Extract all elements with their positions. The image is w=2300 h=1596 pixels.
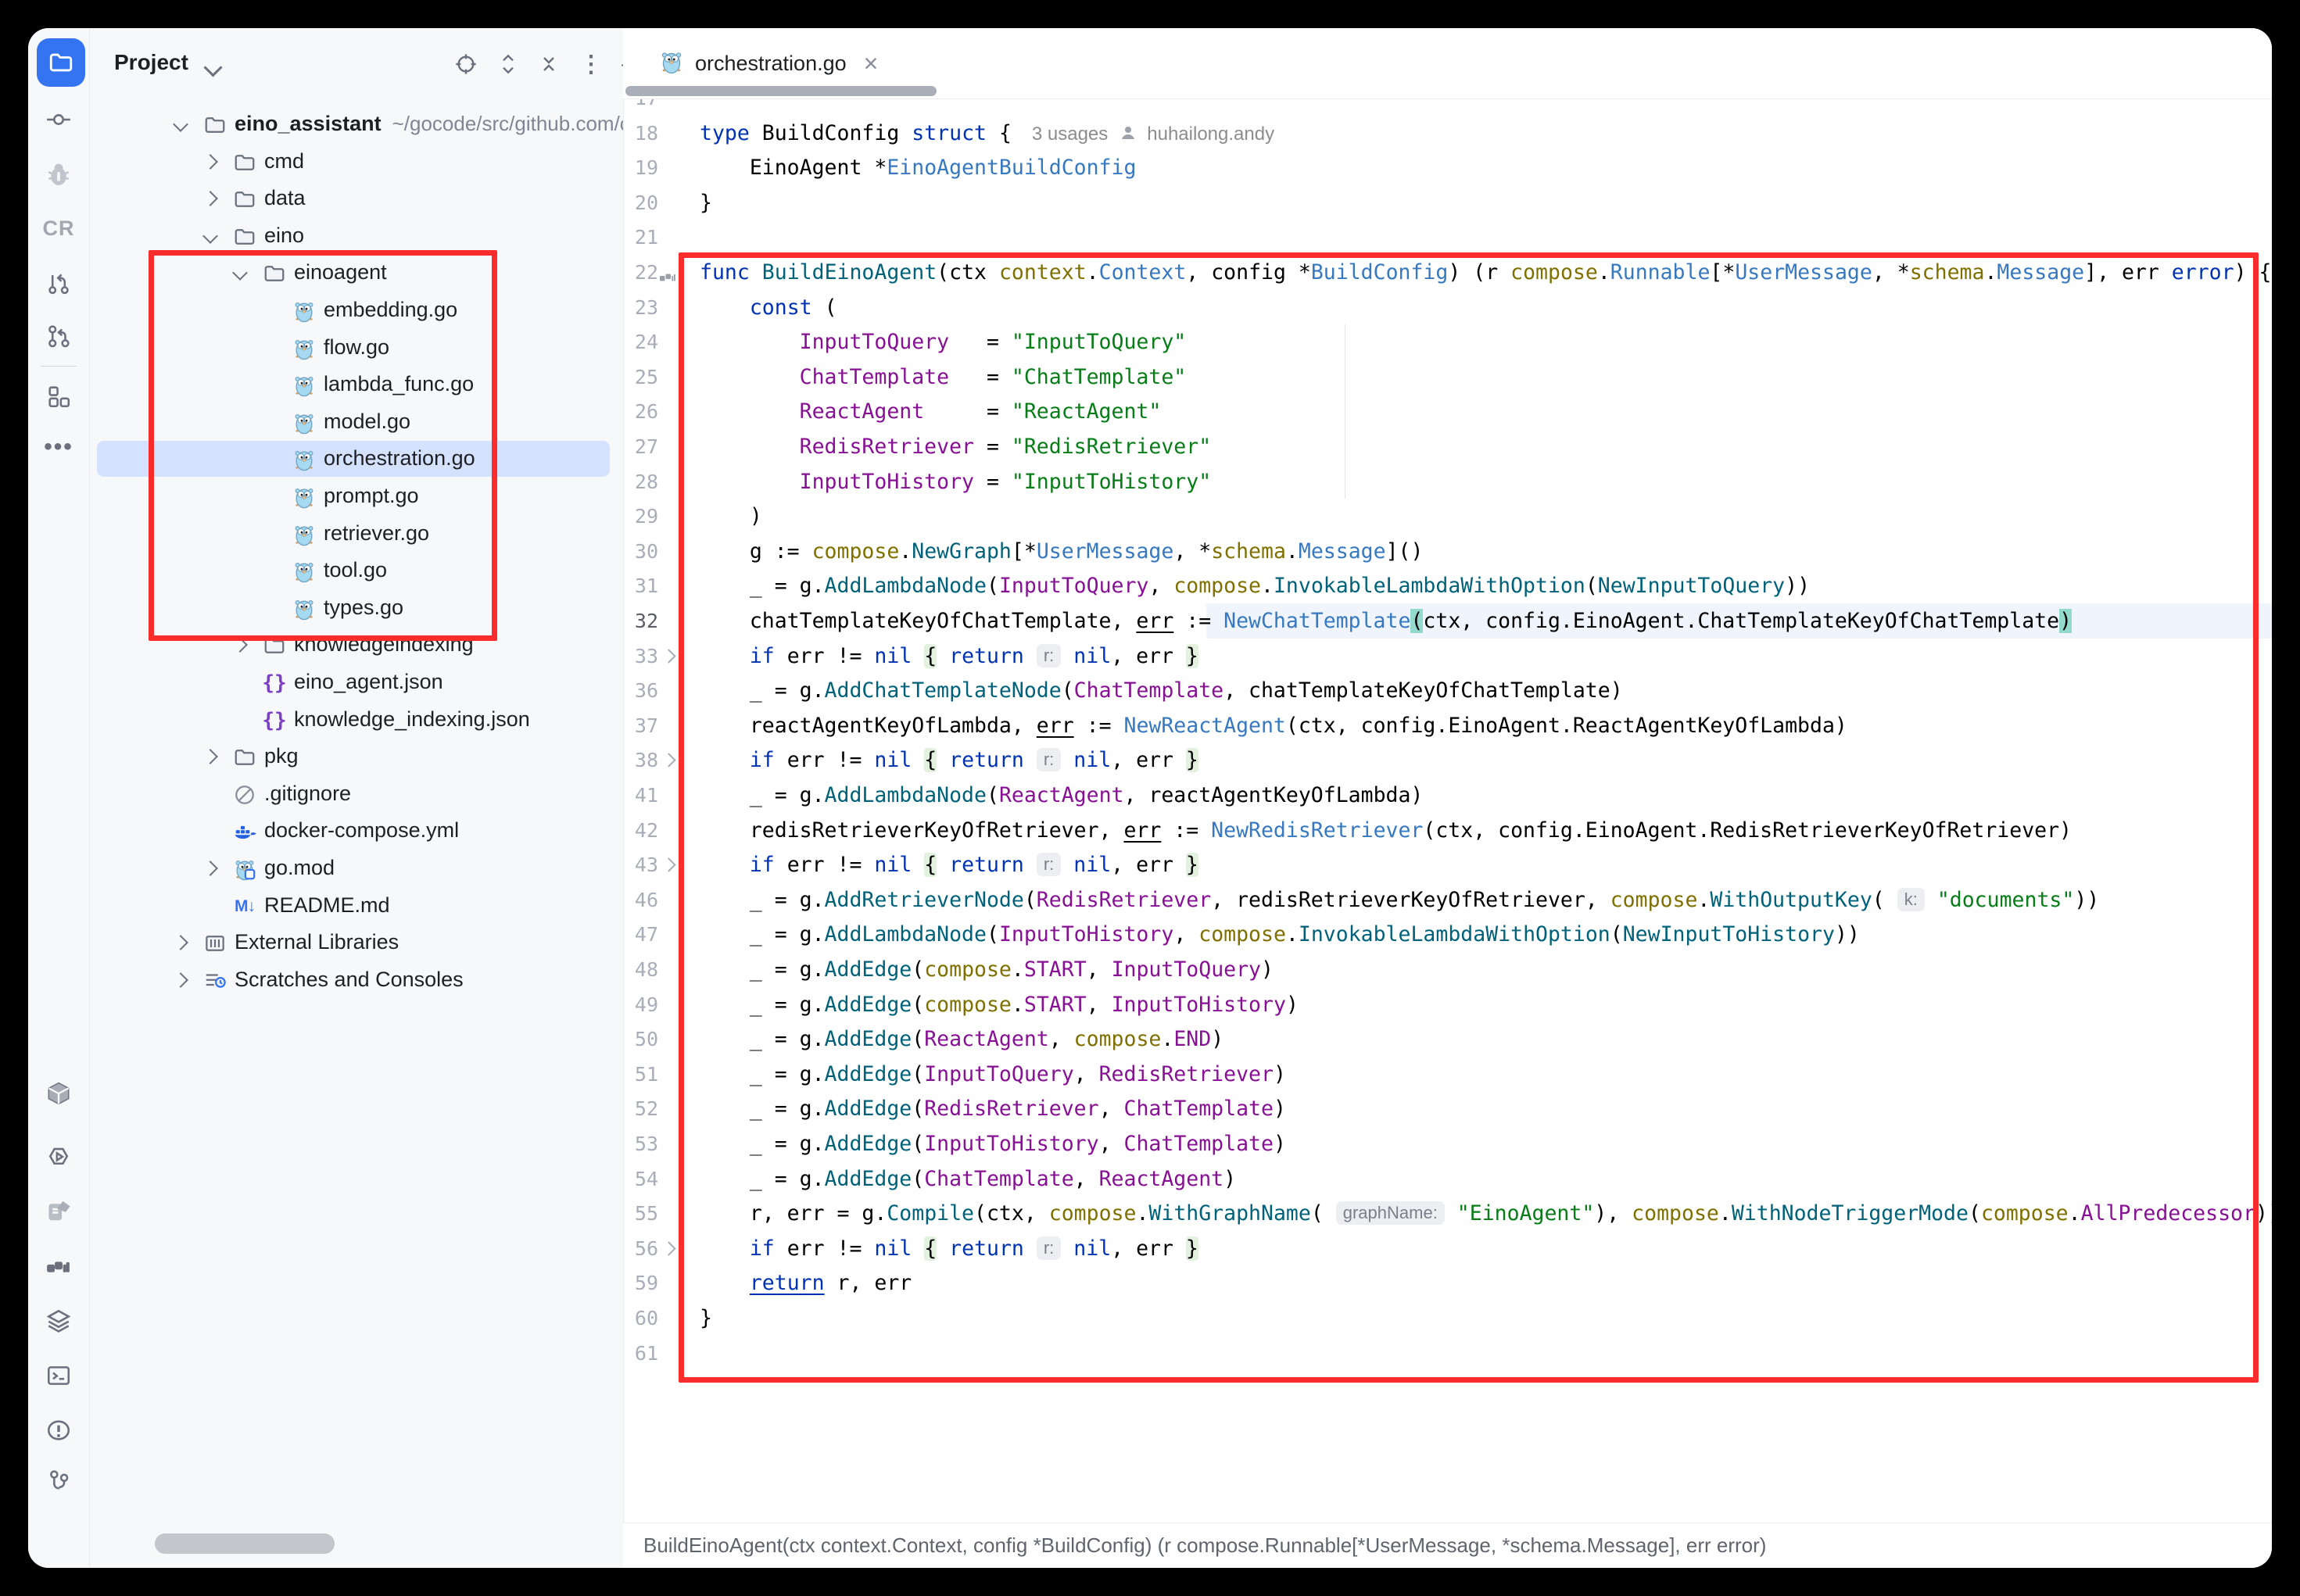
fold-collapsed-icon[interactable] xyxy=(661,753,675,768)
pull-request-icon[interactable] xyxy=(28,261,89,305)
tree-item-external-libraries[interactable]: External Libraries xyxy=(89,924,623,961)
code-text: type BuildConfig struct { 3 usageshuhail… xyxy=(700,116,1274,153)
code-review-icon[interactable]: CR xyxy=(28,206,89,250)
chevron-collapsed-icon[interactable] xyxy=(202,861,218,876)
folder-file-icon xyxy=(231,744,258,771)
docker-file-icon xyxy=(231,818,258,845)
gomod-file-icon xyxy=(231,856,258,882)
terminal-icon[interactable] xyxy=(28,1354,89,1397)
tree-item-label: eino xyxy=(264,224,304,248)
folder-file-icon xyxy=(202,112,228,138)
go-gopher-icon xyxy=(659,49,684,78)
more-icon[interactable]: ••• xyxy=(28,425,89,469)
version-control-icon[interactable] xyxy=(28,1459,89,1503)
close-icon[interactable]: × xyxy=(864,49,879,78)
services-icon[interactable] xyxy=(28,1299,89,1343)
folder-file-icon xyxy=(231,186,258,213)
chevron-collapsed-icon[interactable] xyxy=(202,154,218,170)
activity-bar: CR ••• xyxy=(28,28,90,1568)
problems-icon[interactable] xyxy=(28,1408,89,1452)
breadcrumb[interactable]: BuildEinoAgent(ctx context.Context, conf… xyxy=(643,1533,1766,1558)
horizontal-scrollbar[interactable] xyxy=(155,1533,335,1554)
code-line-18[interactable]: 18type BuildConfig struct { 3 usageshuha… xyxy=(623,116,2272,151)
breadcrumb-bar: BuildEinoAgent(ctx context.Context, conf… xyxy=(623,1523,2272,1568)
tree-item-label: eino_agent.json xyxy=(294,670,443,694)
tree-item-label: Scratches and Consoles xyxy=(235,968,464,992)
locate-file-icon[interactable] xyxy=(449,48,483,80)
tree-item--gitignore[interactable]: .gitignore xyxy=(89,775,623,813)
chevron-expanded-icon[interactable] xyxy=(202,228,218,244)
chevron-expanded-icon[interactable] xyxy=(173,116,188,132)
code-line-20[interactable]: 20} xyxy=(623,185,2272,220)
json-file-icon: {} xyxy=(261,670,288,696)
author-avatar-icon xyxy=(1119,123,1137,142)
profiler-icon[interactable] xyxy=(28,1244,89,1288)
bookmarks-icon[interactable] xyxy=(28,1190,89,1233)
scratch-file-icon xyxy=(202,968,228,994)
code-line-19[interactable]: 19 EinoAgent *EinoAgentBuildConfig xyxy=(623,150,2272,185)
run-icon[interactable] xyxy=(28,1135,89,1179)
chevron-collapsed-icon[interactable] xyxy=(173,972,188,988)
tree-item-label: go.mod xyxy=(264,856,335,880)
tree-item-pkg[interactable]: pkg xyxy=(89,738,623,775)
tree-item-data[interactable]: data xyxy=(89,180,623,217)
fold-collapsed-icon[interactable] xyxy=(661,1241,675,1255)
tree-item-label: .gitignore xyxy=(264,782,351,806)
tree-item-go-mod[interactable]: go.mod xyxy=(89,850,623,887)
annotation-box-einoagent xyxy=(149,250,497,641)
code-text: } xyxy=(700,185,712,220)
ide-window: CR ••• Project ⋮— eino_assistant~/gocode/… xyxy=(28,28,2272,1568)
tree-item-label: cmd xyxy=(264,149,304,174)
tree-item-label: knowledge_indexing.json xyxy=(294,707,530,732)
tree-item-knowledge-indexing-json[interactable]: {}knowledge_indexing.json xyxy=(89,701,623,739)
tab-label: orchestration.go xyxy=(695,52,847,76)
chevron-collapsed-icon[interactable] xyxy=(202,191,218,206)
folder-file-icon xyxy=(231,149,258,176)
lib-file-icon xyxy=(202,930,228,957)
project-panel-header: Project ⋮— xyxy=(89,28,623,100)
md-file-icon: M↓ xyxy=(231,893,258,920)
commit-icon[interactable] xyxy=(28,98,89,141)
fold-collapsed-icon[interactable] xyxy=(661,857,675,871)
tree-item-label: data xyxy=(264,186,306,210)
code-text: EinoAgent *EinoAgentBuildConfig xyxy=(700,150,1136,185)
collapse-all-icon[interactable] xyxy=(532,48,566,80)
project-path: ~/gocode/src/github.com/cl xyxy=(382,112,624,135)
tree-item-label: eino_assistant~/gocode/src/github.com/cl xyxy=(235,112,624,136)
tab-strip-scrollbar[interactable] xyxy=(625,86,937,96)
tree-item-label: pkg xyxy=(264,744,299,768)
ignore-file-icon xyxy=(231,782,258,808)
chevron-collapsed-icon[interactable] xyxy=(173,935,188,950)
code-line-21[interactable]: 21 xyxy=(623,220,2272,255)
tree-item-eino-agent-json[interactable]: {}eino_agent.json xyxy=(89,664,623,701)
tree-item-label: README.md xyxy=(264,893,390,918)
fold-collapsed-icon[interactable] xyxy=(661,649,675,663)
annotation-box-code xyxy=(679,252,2259,1383)
json-file-icon: {} xyxy=(261,707,288,734)
tree-item-readme-md[interactable]: M↓README.md xyxy=(89,887,623,925)
tree-item-label: docker-compose.yml xyxy=(264,818,459,843)
tree-item-eino[interactable]: eino xyxy=(89,217,623,255)
project-folder-app-icon[interactable] xyxy=(37,38,85,87)
chevron-down-icon[interactable] xyxy=(203,58,222,77)
folder-file-icon xyxy=(231,224,258,250)
tree-item-docker-compose-yml[interactable]: docker-compose.yml xyxy=(89,812,623,850)
project-panel-title[interactable]: Project xyxy=(114,50,188,75)
expand-all-icon[interactable] xyxy=(491,48,525,80)
debug-icon[interactable] xyxy=(28,152,89,196)
tree-item-cmd[interactable]: cmd xyxy=(89,143,623,181)
vcs-update-icon[interactable] xyxy=(28,314,89,358)
options-menu-icon[interactable]: ⋮ xyxy=(574,48,608,80)
folder-icon xyxy=(48,49,74,76)
activity-divider xyxy=(41,366,77,367)
tree-item-scratches-and-consoles[interactable]: Scratches and Consoles xyxy=(89,961,623,999)
tree-item-label: External Libraries xyxy=(235,930,399,954)
cube-icon[interactable] xyxy=(28,1072,89,1115)
tree-item-eino-assistant[interactable]: eino_assistant~/gocode/src/github.com/cl xyxy=(89,106,623,143)
graph-gutter-icon xyxy=(657,268,678,287)
chevron-collapsed-icon[interactable] xyxy=(202,749,218,764)
structure-icon[interactable] xyxy=(28,374,89,418)
